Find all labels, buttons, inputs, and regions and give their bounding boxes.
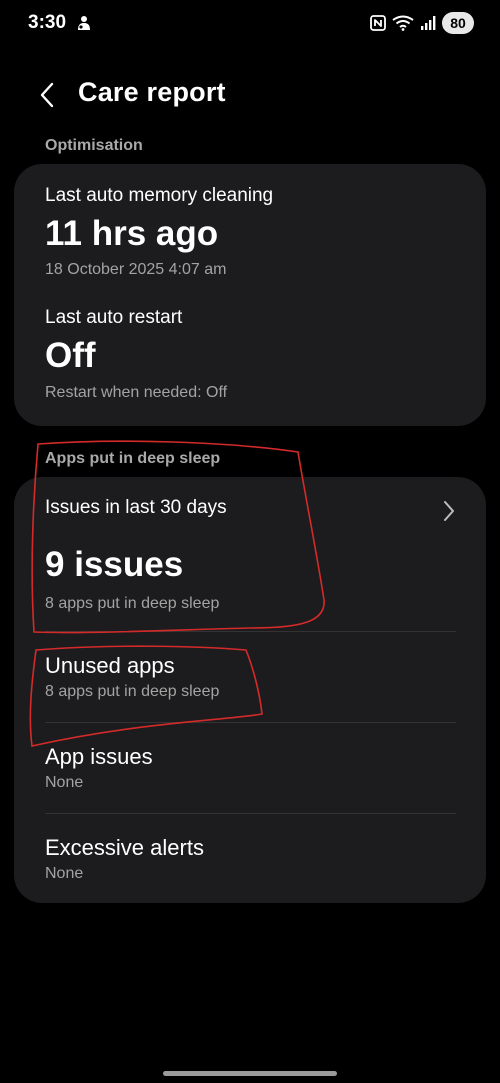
item-title: Unused apps <box>45 653 175 678</box>
issues-detail: 8 apps put in deep sleep <box>45 595 220 612</box>
issues-label: Issues in last 30 days <box>45 497 227 518</box>
status-time: 3:30 <box>28 12 67 33</box>
header: Care report <box>0 68 500 118</box>
divider <box>45 813 456 814</box>
wifi-icon <box>392 15 414 31</box>
item-subtitle: None <box>45 865 84 882</box>
status-icons: 80 <box>370 12 474 34</box>
status-bar: 3:30 80 <box>0 0 500 46</box>
home-indicator[interactable] <box>163 1071 337 1076</box>
auto-restart-value: Off <box>45 336 96 375</box>
memory-cleaning-value: 11 hrs ago <box>45 214 219 253</box>
memory-cleaning-date: 18 October 2025 4:07 am <box>45 261 227 278</box>
chevron-right-icon <box>444 501 454 521</box>
back-arrow-icon <box>40 82 54 108</box>
page-title: Care report <box>78 77 226 107</box>
nfc-icon <box>370 15 386 31</box>
divider <box>45 722 456 723</box>
section-label-optimisation: Optimisation <box>45 137 143 154</box>
item-title: Excessive alerts <box>45 835 204 860</box>
issues-last-30-days[interactable]: Issues in last 30 days 9 issues 8 apps p… <box>14 477 486 631</box>
list-item-app-issues[interactable]: App issues None <box>14 744 486 814</box>
signal-icon <box>421 16 436 30</box>
deep-sleep-card: Issues in last 30 days 9 issues 8 apps p… <box>14 477 486 903</box>
divider <box>45 631 456 632</box>
list-item-excessive-alerts[interactable]: Excessive alerts None <box>14 835 486 895</box>
auto-restart-detail: Restart when needed: Off <box>45 384 228 401</box>
item-title: App issues <box>45 744 153 769</box>
back-button[interactable] <box>30 78 64 112</box>
optimisation-card: Last auto memory cleaning 11 hrs ago 18 … <box>14 164 486 426</box>
battery-badge: 80 <box>442 12 474 34</box>
item-subtitle: None <box>45 774 84 791</box>
list-item-unused-apps[interactable]: Unused apps 8 apps put in deep sleep <box>14 653 486 723</box>
memory-cleaning-label: Last auto memory cleaning <box>45 185 274 206</box>
notification-icon <box>78 16 90 30</box>
item-subtitle: 8 apps put in deep sleep <box>45 683 220 700</box>
issues-value: 9 issues <box>45 545 184 584</box>
section-label-deep-sleep: Apps put in deep sleep <box>45 450 221 467</box>
auto-restart-label: Last auto restart <box>45 307 183 328</box>
